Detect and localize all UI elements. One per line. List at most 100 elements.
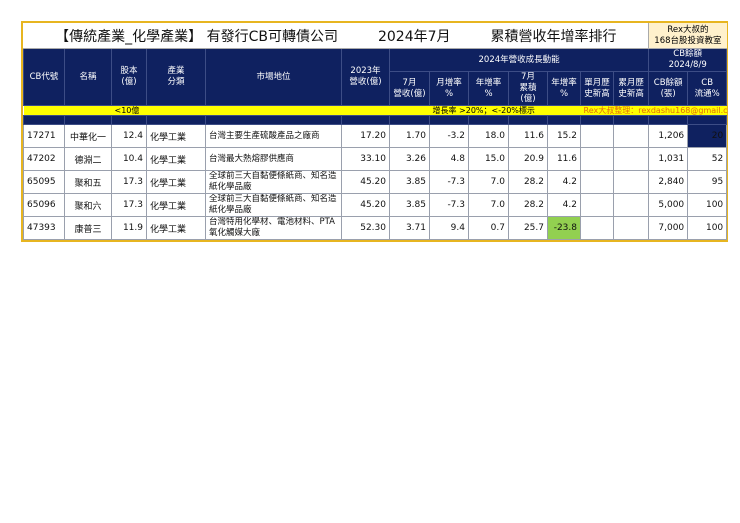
cell-rev2023: 17.20 bbox=[341, 124, 390, 148]
cell-jul-cum: 25.7 bbox=[508, 216, 548, 240]
header-cb-float: CB 流通% bbox=[687, 71, 728, 106]
cell-industry: 化學工業 bbox=[146, 124, 206, 148]
cell-cb-balance: 5,000 bbox=[648, 193, 689, 217]
table-row: 47393 康普三 11.9 化學工業 台灣特用化學材、電池材料、PTA氧化觸媒大廠 52… bbox=[23, 216, 728, 240]
cell-code: 47393 bbox=[23, 216, 65, 240]
cell-market: 全球前三大自黏便條紙商、知名造紙化學品廠 bbox=[205, 170, 342, 194]
cell-jul-rev: 3.71 bbox=[389, 216, 430, 240]
header-month-high: 單月歷 史新高 bbox=[580, 71, 614, 106]
cell-month-high bbox=[580, 193, 614, 217]
cell-cum-high bbox=[612, 193, 650, 217]
cell-month-high bbox=[580, 170, 614, 194]
cell-cb-float: 52 bbox=[687, 147, 728, 171]
header-mom: 月增率 % bbox=[429, 71, 469, 106]
growth-note: 增長率 >20%；<-20%標示 bbox=[429, 105, 581, 116]
cell-capital: 17.3 bbox=[111, 193, 147, 217]
cell-cum-high bbox=[612, 147, 650, 171]
cell-cum-high bbox=[612, 216, 650, 240]
table-row: 47202 德淵二 10.4 化學工業 台灣最大熱熔膠供應商 33.10 3.26 4.8 15… bbox=[23, 147, 728, 171]
cell-yoy: 18.0 bbox=[468, 124, 509, 148]
cell-jul-cum: 20.9 bbox=[508, 147, 548, 171]
cell-cb-float: 100 bbox=[687, 216, 728, 240]
cell-industry: 化學工業 bbox=[146, 170, 206, 194]
cell-name: 中華化一 bbox=[64, 124, 112, 148]
page-title: 【傳統產業_化學產業】 有發行CB可轉債公司 2024年7月 累積營收年增率排行 bbox=[23, 23, 649, 49]
cell-cum-yoy: 15.2 bbox=[547, 124, 581, 148]
cb-table: 【傳統產業_化學產業】 有發行CB可轉債公司 2024年7月 累積營收年增率排行 R… bbox=[23, 23, 728, 240]
cell-month-high bbox=[580, 124, 614, 148]
cell-rev2023: 52.30 bbox=[341, 216, 390, 240]
header-cum-high: 累月歷 史新高 bbox=[612, 71, 650, 106]
cell-cb-float: 95 bbox=[687, 170, 728, 194]
cell-code: 65095 bbox=[23, 170, 65, 194]
cell-cum-yoy: 4.2 bbox=[547, 170, 581, 194]
cell-rev2023: 33.10 bbox=[341, 147, 390, 171]
header-jul-rev: 7月 營收(億) bbox=[389, 71, 430, 106]
cell-month-high bbox=[580, 216, 614, 240]
header-cb-group: CB餘額 2024/8/9 bbox=[648, 48, 728, 72]
table-row: 65096 聚和六 17.3 化學工業 全球前三大自黏便條紙商、知名造紙化學品廠 45.2… bbox=[23, 193, 728, 217]
cell-code: 17271 bbox=[23, 124, 65, 148]
cell-jul-cum: 11.6 bbox=[508, 124, 548, 148]
cell-capital: 12.4 bbox=[111, 124, 147, 148]
header-name: 名稱 bbox=[64, 48, 112, 106]
cell-cum-high bbox=[612, 124, 650, 148]
cell-market: 全球前三大自黏便條紙商、知名造紙化學品廠 bbox=[205, 193, 342, 217]
cell-jul-cum: 28.2 bbox=[508, 193, 548, 217]
header-rev2023: 2023年 營收(億) bbox=[341, 48, 390, 106]
cell-jul-rev: 3.85 bbox=[389, 193, 430, 217]
cell-jul-rev: 3.26 bbox=[389, 147, 430, 171]
cell-jul-cum: 28.2 bbox=[508, 170, 548, 194]
cell-market: 台灣特用化學材、電池材料、PTA氧化觸媒大廠 bbox=[205, 216, 342, 240]
report-frame: 【傳統產業_化學產業】 有發行CB可轉債公司 2024年7月 累積營收年增率排行 R… bbox=[21, 21, 728, 242]
cell-capital: 17.3 bbox=[111, 170, 147, 194]
cell-cum-yoy: 11.6 bbox=[547, 147, 581, 171]
header-industry: 產業 分類 bbox=[146, 48, 206, 106]
cell-cb-float: 20 bbox=[687, 124, 728, 148]
cell-cum-yoy: -23.8 bbox=[547, 216, 581, 240]
cell-mom: -7.3 bbox=[429, 170, 469, 194]
cell-capital: 10.4 bbox=[111, 147, 147, 171]
cell-mom: -3.2 bbox=[429, 124, 469, 148]
cell-month-high bbox=[580, 147, 614, 171]
header-cb-balance: CB餘額 (張) bbox=[648, 71, 689, 106]
cell-market: 台灣主要生產硫酸產品之廠商 bbox=[205, 124, 342, 148]
cell-mom: 9.4 bbox=[429, 216, 469, 240]
cell-mom: 4.8 bbox=[429, 147, 469, 171]
cell-yoy: 7.0 bbox=[468, 193, 509, 217]
header-growth-group: 2024年營收成長動能 bbox=[388, 48, 650, 72]
header-cum-yoy: 年增率 % bbox=[547, 71, 581, 106]
cell-industry: 化學工業 bbox=[146, 193, 206, 217]
cell-rev2023: 45.20 bbox=[341, 170, 390, 194]
capital-note: <10億 bbox=[111, 105, 206, 116]
table-row: 65095 聚和五 17.3 化學工業 全球前三大自黏便條紙商、知名造紙化學品廠 45.2… bbox=[23, 170, 728, 194]
cell-yoy: 0.7 bbox=[468, 216, 509, 240]
cell-cb-balance: 2,840 bbox=[648, 170, 689, 194]
cell-name: 聚和六 bbox=[64, 193, 112, 217]
cell-cb-balance: 1,031 bbox=[648, 147, 689, 171]
cell-cum-high bbox=[612, 170, 650, 194]
cell-capital: 11.9 bbox=[111, 216, 147, 240]
cell-cb-float: 100 bbox=[687, 193, 728, 217]
header-yoy: 年增率 % bbox=[468, 71, 509, 106]
cell-name: 聚和五 bbox=[64, 170, 112, 194]
cell-yoy: 7.0 bbox=[468, 170, 509, 194]
cell-yoy: 15.0 bbox=[468, 147, 509, 171]
header-jul-cum: 7月 累積(億) bbox=[508, 71, 548, 106]
cell-mom: -7.3 bbox=[429, 193, 469, 217]
cell-name: 德淵二 bbox=[64, 147, 112, 171]
cell-code: 47202 bbox=[23, 147, 65, 171]
cell-name: 康普三 bbox=[64, 216, 112, 240]
cell-cb-balance: 7,000 bbox=[648, 216, 689, 240]
cell-jul-rev: 3.85 bbox=[389, 170, 430, 194]
table-row: 17271 中華化一 12.4 化學工業 台灣主要生產硫酸產品之廠商 17.20 1.70-… bbox=[23, 124, 728, 148]
rex-badge: Rex大叔的 168台股投資教室 bbox=[648, 23, 727, 49]
cell-rev2023: 45.20 bbox=[341, 193, 390, 217]
cell-cum-yoy: 4.2 bbox=[547, 193, 581, 217]
cell-industry: 化學工業 bbox=[146, 147, 206, 171]
header-market: 市場地位 bbox=[205, 48, 342, 106]
cell-code: 65096 bbox=[23, 193, 65, 217]
cell-market: 台灣最大熱熔膠供應商 bbox=[205, 147, 342, 171]
author-note: Rex大叔整理：rexdashu168@gmail.com bbox=[580, 105, 727, 116]
header-cb-code: CB代號 bbox=[23, 48, 65, 106]
